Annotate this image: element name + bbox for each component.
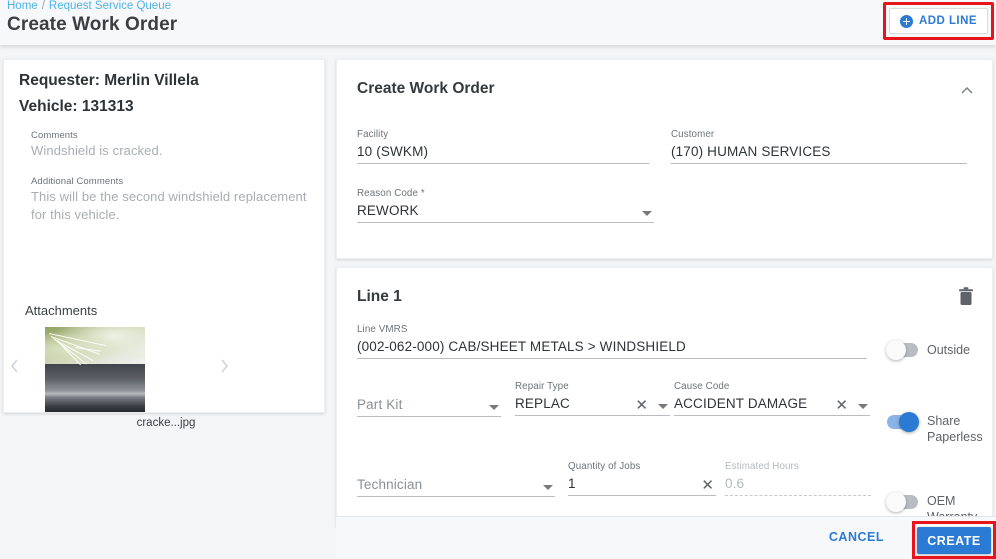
estimated-hours-value: 0.6	[725, 473, 871, 494]
add-line-button-label: ADD LINE	[919, 15, 977, 27]
additional-comments-label: Additional Comments	[31, 176, 321, 188]
breadcrumb: Home / Request Service Queue	[7, 0, 171, 14]
outside-toggle-knob	[886, 340, 906, 360]
create-button-label: CREATE	[927, 534, 980, 548]
outside-toggle-label: Outside	[927, 342, 970, 358]
share-paperless-toggle[interactable]	[887, 415, 918, 429]
form-action-bar: CANCEL CREATE	[336, 516, 996, 558]
facility-value: 10 (SWKM)	[357, 141, 649, 162]
line-vmrs-value: (002-062-000) CAB/SHEET METALS > WINDSHI…	[357, 336, 867, 357]
main-form-column: Create Work Order Facility 10 (SWKM) Cus…	[336, 59, 993, 527]
reason-code-field[interactable]: Reason Code * REWORK	[357, 188, 654, 223]
attachment-file-name: cracke...jpg	[4, 417, 326, 429]
requester-name: Requester: Merlin Villela	[19, 72, 199, 90]
cause-code-field[interactable]: Cause Code ACCIDENT DAMAGE ✕	[674, 381, 870, 416]
delete-line-icon[interactable]	[956, 286, 976, 308]
create-button[interactable]: CREATE	[917, 527, 991, 554]
breadcrumb-request-service-queue[interactable]: Request Service Queue	[49, 0, 171, 12]
quantity-of-jobs-underline	[568, 495, 716, 496]
additional-comments-value: This will be the second windshield repla…	[31, 188, 321, 224]
cancel-button[interactable]: CANCEL	[829, 530, 884, 544]
facility-underline	[357, 163, 649, 164]
quantity-of-jobs-value: 1	[568, 473, 716, 494]
cause-code-underline	[674, 415, 870, 416]
part-kit-value: Part Kit	[357, 394, 501, 415]
cause-code-dropdown-caret-icon[interactable]	[858, 404, 868, 409]
share-paperless-toggle-knob	[899, 412, 919, 432]
line-vmrs-field[interactable]: Line VMRS (002-062-000) CAB/SHEET METALS…	[357, 324, 867, 359]
comments-label: Comments	[31, 130, 316, 142]
repair-type-dropdown-caret-icon[interactable]	[658, 404, 668, 409]
quantity-of-jobs-clear-icon[interactable]: ✕	[701, 478, 714, 493]
attachment-thumbnail[interactable]	[45, 327, 145, 412]
line-vmrs-label: Line VMRS	[357, 324, 867, 336]
oem-warranty-toggle-knob	[886, 492, 906, 512]
oem-warranty-toggle[interactable]	[887, 495, 918, 509]
cause-code-label: Cause Code	[674, 381, 870, 393]
thumbnail-dashboard	[45, 364, 145, 412]
estimated-hours-label: Estimated Hours	[725, 461, 871, 473]
share-paperless-toggle-row[interactable]: Share Paperless	[887, 413, 989, 445]
repair-type-clear-icon[interactable]: ✕	[635, 398, 648, 413]
reason-code-value: REWORK	[357, 200, 654, 221]
additional-comments-field: Additional Comments This will be the sec…	[31, 176, 321, 224]
technician-field[interactable]: Technician	[357, 474, 555, 497]
repair-type-label: Repair Type	[515, 381, 670, 393]
plus-circle-icon	[900, 15, 913, 28]
technician-dropdown-caret-icon[interactable]	[543, 485, 553, 490]
reason-code-underline	[357, 222, 654, 223]
page-title: Create Work Order	[7, 14, 177, 36]
attachments-carousel: cracke...jpg	[4, 327, 326, 407]
cause-code-clear-icon[interactable]: ✕	[835, 398, 848, 413]
create-work-order-card-title: Create Work Order	[357, 80, 495, 98]
technician-underline	[357, 496, 555, 497]
customer-label: Customer	[671, 129, 967, 141]
outside-toggle-row[interactable]: Outside	[887, 342, 970, 358]
reason-code-dropdown-caret-icon[interactable]	[642, 211, 652, 216]
facility-field[interactable]: Facility 10 (SWKM)	[357, 129, 649, 164]
quantity-of-jobs-field[interactable]: Quantity of Jobs 1 ✕	[568, 461, 716, 496]
estimated-hours-field: Estimated Hours 0.6	[725, 461, 871, 496]
add-line-button[interactable]: ADD LINE	[889, 8, 988, 34]
carousel-next-icon[interactable]	[215, 355, 233, 377]
line-1-card: Line 1 Line VMRS (002-062-000) CAB/SHEET…	[336, 267, 993, 527]
line-1-title: Line 1	[357, 288, 402, 306]
technician-value: Technician	[357, 474, 555, 495]
repair-type-field[interactable]: Repair Type REPLAC ✕	[515, 381, 670, 416]
outside-toggle[interactable]	[887, 343, 918, 357]
repair-type-underline	[515, 415, 670, 416]
vehicle-number: Vehicle: 131313	[19, 98, 134, 116]
estimated-hours-underline	[725, 495, 871, 496]
customer-underline	[671, 163, 967, 164]
windshield-crack-lines	[45, 327, 145, 366]
reason-code-label: Reason Code *	[357, 188, 654, 200]
line-vmrs-underline	[357, 358, 867, 359]
app-header: Home / Request Service Queue Create Work O…	[0, 0, 996, 45]
share-paperless-toggle-label: Share Paperless	[927, 413, 989, 445]
customer-field[interactable]: Customer (170) HUMAN SERVICES	[671, 129, 967, 164]
breadcrumb-separator: /	[42, 0, 45, 12]
customer-value: (170) HUMAN SERVICES	[671, 141, 967, 162]
breadcrumb-home[interactable]: Home	[7, 0, 38, 12]
part-kit-dropdown-caret-icon[interactable]	[489, 405, 499, 410]
comments-value: Windshield is cracked.	[31, 142, 316, 160]
part-kit-underline	[357, 416, 501, 417]
attachments-title: Attachments	[25, 303, 97, 318]
carousel-prev-icon[interactable]	[6, 355, 24, 377]
request-details-panel: Requester: Merlin Villela Vehicle: 13131…	[3, 59, 325, 413]
create-work-order-card: Create Work Order Facility 10 (SWKM) Cus…	[336, 59, 993, 259]
chevron-up-icon[interactable]	[958, 82, 976, 100]
facility-label: Facility	[357, 129, 649, 141]
quantity-of-jobs-label: Quantity of Jobs	[568, 461, 716, 473]
part-kit-field[interactable]: Part Kit	[357, 394, 501, 417]
comments-field: Comments Windshield is cracked.	[31, 130, 316, 160]
